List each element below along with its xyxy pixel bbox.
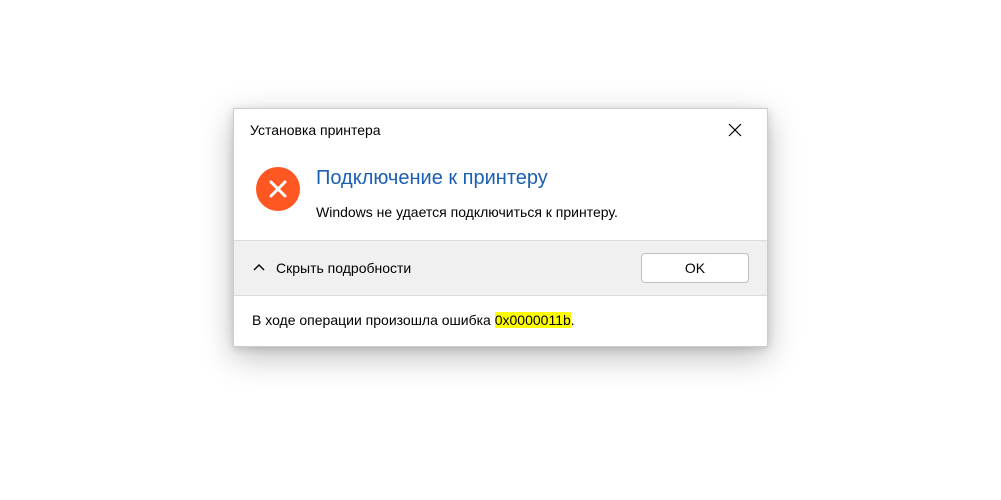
dialog-message: Windows не удается подключиться к принте… <box>316 204 749 220</box>
dialog-heading: Подключение к принтеру <box>316 167 749 190</box>
close-icon <box>728 123 742 137</box>
ok-button-label: OK <box>685 260 705 276</box>
titlebar: Установка принтера <box>234 109 767 151</box>
dialog-content: Подключение к принтеру Windows не удаетс… <box>234 151 767 240</box>
dialog-title: Установка принтера <box>250 122 381 138</box>
error-dialog: Установка принтера Подключение к принтер… <box>233 108 768 347</box>
details-toggle[interactable]: Скрыть подробности <box>252 260 411 276</box>
details-suffix: . <box>571 312 575 328</box>
error-code: 0x0000011b <box>495 312 571 328</box>
content-text: Подключение к принтеру Windows не удаетс… <box>316 165 749 220</box>
dialog-actions: Скрыть подробности OK <box>234 240 767 295</box>
error-icon <box>256 167 300 211</box>
close-button[interactable] <box>717 112 753 148</box>
chevron-up-icon <box>252 261 266 275</box>
details-panel: В ходе операции произошла ошибка 0x00000… <box>234 295 767 346</box>
ok-button[interactable]: OK <box>641 253 749 283</box>
toggle-label: Скрыть подробности <box>276 260 411 276</box>
details-prefix: В ходе операции произошла ошибка <box>252 312 495 328</box>
